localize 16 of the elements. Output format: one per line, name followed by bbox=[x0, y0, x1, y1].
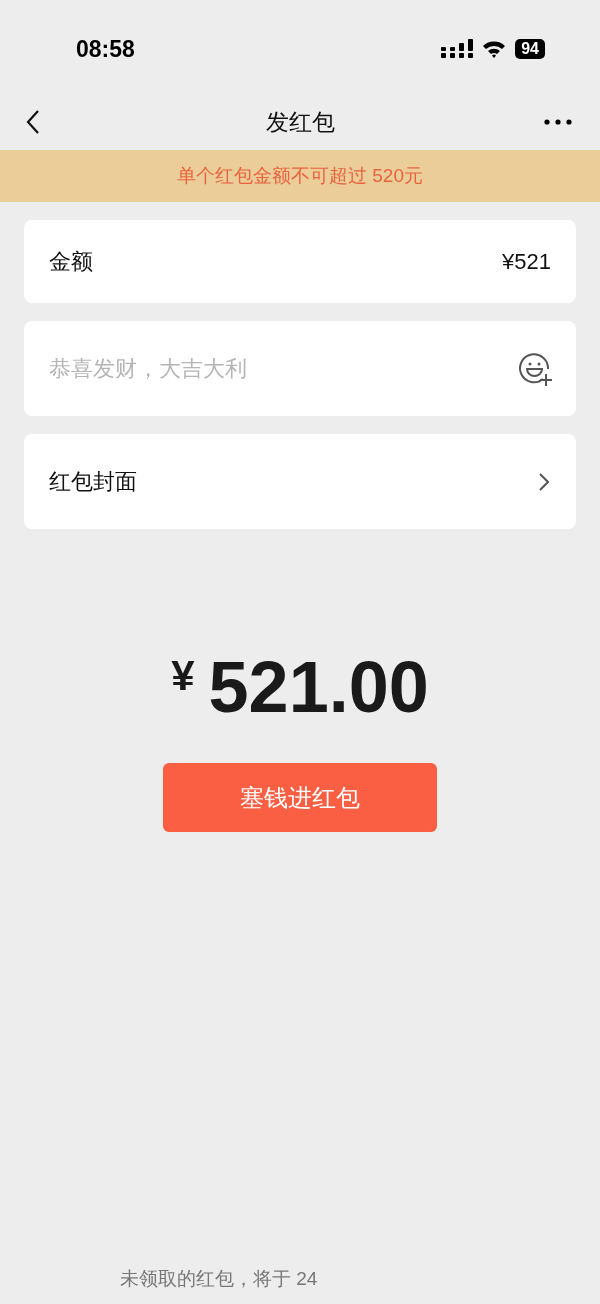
emoji-add-icon[interactable] bbox=[518, 351, 554, 387]
chevron-right-icon bbox=[539, 472, 549, 491]
footer-note: 未领取的红包，将于 24 bbox=[120, 1268, 318, 1289]
page-title: 发红包 bbox=[265, 107, 335, 137]
amount-field[interactable]: 金额 ¥521 bbox=[24, 220, 576, 303]
more-icon[interactable] bbox=[544, 119, 572, 125]
status-time: 08:58 bbox=[76, 34, 135, 64]
battery-icon: 94 bbox=[515, 39, 545, 59]
signal-icon bbox=[441, 39, 474, 59]
cover-row[interactable]: 红包封面 bbox=[24, 434, 576, 529]
total-amount: 521.00 bbox=[208, 651, 429, 723]
back-icon[interactable] bbox=[26, 109, 40, 135]
currency-symbol: ¥ bbox=[171, 651, 195, 701]
greeting-field[interactable]: 恭喜发财，大吉大利 bbox=[24, 321, 576, 416]
notice-banner: 单个红包金额不可超过 520元 bbox=[0, 150, 600, 202]
wifi-icon bbox=[482, 40, 507, 58]
